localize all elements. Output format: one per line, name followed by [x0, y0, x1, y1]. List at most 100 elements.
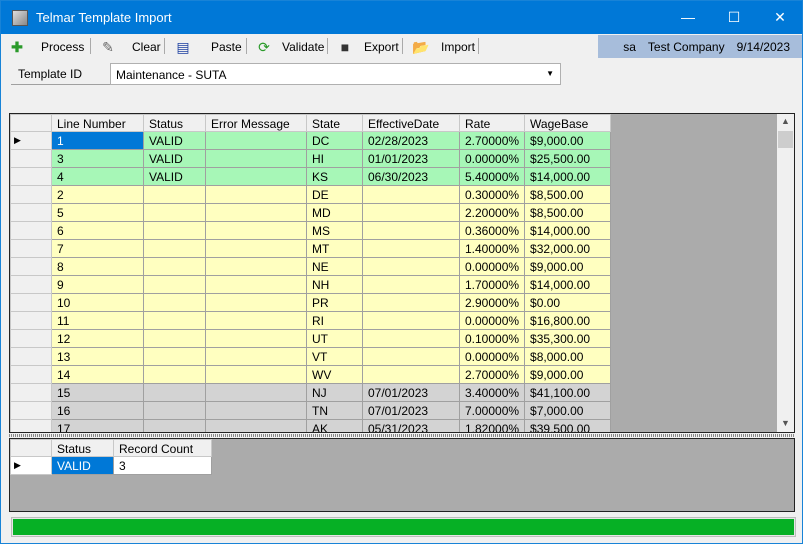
cell-line-number[interactable]: 13 — [51, 347, 144, 366]
row-header[interactable] — [10, 311, 52, 330]
cell-effective-date[interactable]: 01/01/2023 — [362, 149, 460, 168]
cell-effective-date[interactable] — [362, 221, 460, 240]
cell-error-message[interactable] — [205, 293, 307, 312]
cell-wage-base[interactable]: $41,100.00 — [524, 383, 612, 402]
cell-status[interactable] — [143, 347, 206, 366]
cell-state[interactable]: NJ — [306, 383, 363, 402]
cell-rate[interactable]: 0.30000% — [458, 185, 526, 204]
cell-rate[interactable]: 1.82000% — [458, 419, 526, 432]
cell-line-number[interactable]: 1 — [51, 131, 144, 150]
column-header-rate[interactable]: Rate — [458, 114, 526, 132]
column-header-record-count[interactable]: Record Count — [113, 439, 212, 457]
row-header[interactable] — [10, 383, 52, 402]
row-header[interactable] — [10, 257, 52, 276]
cell-effective-date[interactable] — [362, 275, 460, 294]
cell-rate[interactable]: 1.70000% — [458, 275, 526, 294]
cell-wage-base[interactable]: $9,000.00 — [524, 365, 612, 384]
cell-status[interactable]: VALID — [143, 149, 206, 168]
cell-error-message[interactable] — [205, 257, 307, 276]
cell-status[interactable] — [143, 257, 206, 276]
cell-wage-base[interactable]: $25,500.00 — [524, 149, 612, 168]
cell-error-message[interactable] — [205, 185, 307, 204]
row-header[interactable] — [10, 419, 52, 432]
clear-button[interactable]: ✎ Clear — [98, 37, 161, 56]
cell-error-message[interactable] — [205, 365, 307, 384]
row-header[interactable]: ▶ — [10, 131, 52, 150]
close-button[interactable]: ✕ — [757, 1, 803, 34]
cell-status[interactable] — [143, 383, 206, 402]
cell-state[interactable]: VT — [306, 347, 363, 366]
cell-line-number[interactable]: 2 — [51, 185, 144, 204]
cell-wage-base[interactable]: $16,800.00 — [524, 311, 612, 330]
cell-effective-date[interactable]: 05/31/2023 — [362, 419, 460, 432]
cell-state[interactable]: KS — [306, 167, 363, 186]
table-row[interactable]: 4 VALID KS 06/30/2023 5.40000% $14,000.00 — [10, 167, 612, 186]
column-header-effective-date[interactable]: EffectiveDate — [362, 114, 460, 132]
cell-effective-date[interactable]: 06/30/2023 — [362, 167, 460, 186]
cell-rate[interactable]: 5.40000% — [458, 167, 526, 186]
table-row[interactable]: 15 NJ 07/01/2023 3.40000% $41,100.00 — [10, 383, 612, 402]
cell-state[interactable]: AK — [306, 419, 363, 432]
cell-wage-base[interactable]: $35,300.00 — [524, 329, 612, 348]
cell-rate[interactable]: 1.40000% — [458, 239, 526, 258]
cell-state[interactable]: NH — [306, 275, 363, 294]
cell-status[interactable] — [143, 311, 206, 330]
validate-button[interactable]: ⟳ Validate — [254, 37, 324, 56]
table-row[interactable]: ▶ VALID 3 — [10, 456, 212, 475]
cell-line-number[interactable]: 8 — [51, 257, 144, 276]
cell-rate[interactable]: 2.70000% — [458, 131, 526, 150]
cell-line-number[interactable]: 4 — [51, 167, 144, 186]
row-header[interactable] — [10, 329, 52, 348]
column-header-state[interactable]: State — [306, 114, 363, 132]
summary-grid[interactable]: Status Record Count ▶ VALID 3 — [9, 438, 795, 512]
cell-rate[interactable]: 0.36000% — [458, 221, 526, 240]
cell-error-message[interactable] — [205, 221, 307, 240]
cell-error-message[interactable] — [205, 239, 307, 258]
cell-record-count[interactable]: 3 — [113, 456, 212, 475]
scroll-thumb[interactable] — [778, 131, 793, 148]
cell-rate[interactable]: 3.40000% — [458, 383, 526, 402]
cell-state[interactable]: RI — [306, 311, 363, 330]
cell-wage-base[interactable]: $7,000.00 — [524, 401, 612, 420]
row-header[interactable] — [10, 167, 52, 186]
cell-line-number[interactable]: 16 — [51, 401, 144, 420]
cell-effective-date[interactable] — [362, 185, 460, 204]
cell-line-number[interactable]: 12 — [51, 329, 144, 348]
cell-status[interactable] — [143, 221, 206, 240]
cell-status[interactable] — [143, 365, 206, 384]
table-row[interactable]: 12 UT 0.10000% $35,300.00 — [10, 329, 612, 348]
cell-effective-date[interactable]: 07/01/2023 — [362, 383, 460, 402]
paste-button[interactable]: ▤ Paste — [173, 37, 241, 56]
table-row[interactable]: 13 VT 0.00000% $8,000.00 — [10, 347, 612, 366]
row-header[interactable] — [10, 185, 52, 204]
import-button[interactable]: 📂 Import — [411, 37, 475, 56]
cell-effective-date[interactable]: 07/01/2023 — [362, 401, 460, 420]
table-row[interactable]: 10 PR 2.90000% $0.00 — [10, 293, 612, 312]
import-data-grid[interactable]: Line Number Status Error Message State Effec… — [9, 113, 795, 433]
cell-status[interactable] — [143, 401, 206, 420]
cell-status[interactable] — [143, 329, 206, 348]
cell-line-number[interactable]: 17 — [51, 419, 144, 432]
row-header[interactable]: ▶ — [10, 456, 52, 475]
table-row[interactable]: 14 WV 2.70000% $9,000.00 — [10, 365, 612, 384]
vertical-scrollbar[interactable]: ▲ ▼ — [777, 114, 794, 432]
table-row[interactable]: 7 MT 1.40000% $32,000.00 — [10, 239, 612, 258]
row-header[interactable] — [10, 239, 52, 258]
cell-rate[interactable]: 0.10000% — [458, 329, 526, 348]
cell-line-number[interactable]: 6 — [51, 221, 144, 240]
cell-rate[interactable]: 2.70000% — [458, 365, 526, 384]
cell-status[interactable] — [143, 419, 206, 432]
cell-status[interactable] — [143, 185, 206, 204]
scroll-down-icon[interactable]: ▼ — [781, 418, 790, 428]
table-row[interactable]: 5 MD 2.20000% $8,500.00 — [10, 203, 612, 222]
cell-state[interactable]: PR — [306, 293, 363, 312]
column-header-status[interactable]: Status — [143, 114, 206, 132]
cell-rate[interactable]: 0.00000% — [458, 257, 526, 276]
cell-line-number[interactable]: 11 — [51, 311, 144, 330]
cell-state[interactable]: MS — [306, 221, 363, 240]
cell-error-message[interactable] — [205, 347, 307, 366]
cell-effective-date[interactable] — [362, 311, 460, 330]
cell-effective-date[interactable] — [362, 365, 460, 384]
cell-wage-base[interactable]: $8,500.00 — [524, 203, 612, 222]
row-header[interactable] — [10, 401, 52, 420]
